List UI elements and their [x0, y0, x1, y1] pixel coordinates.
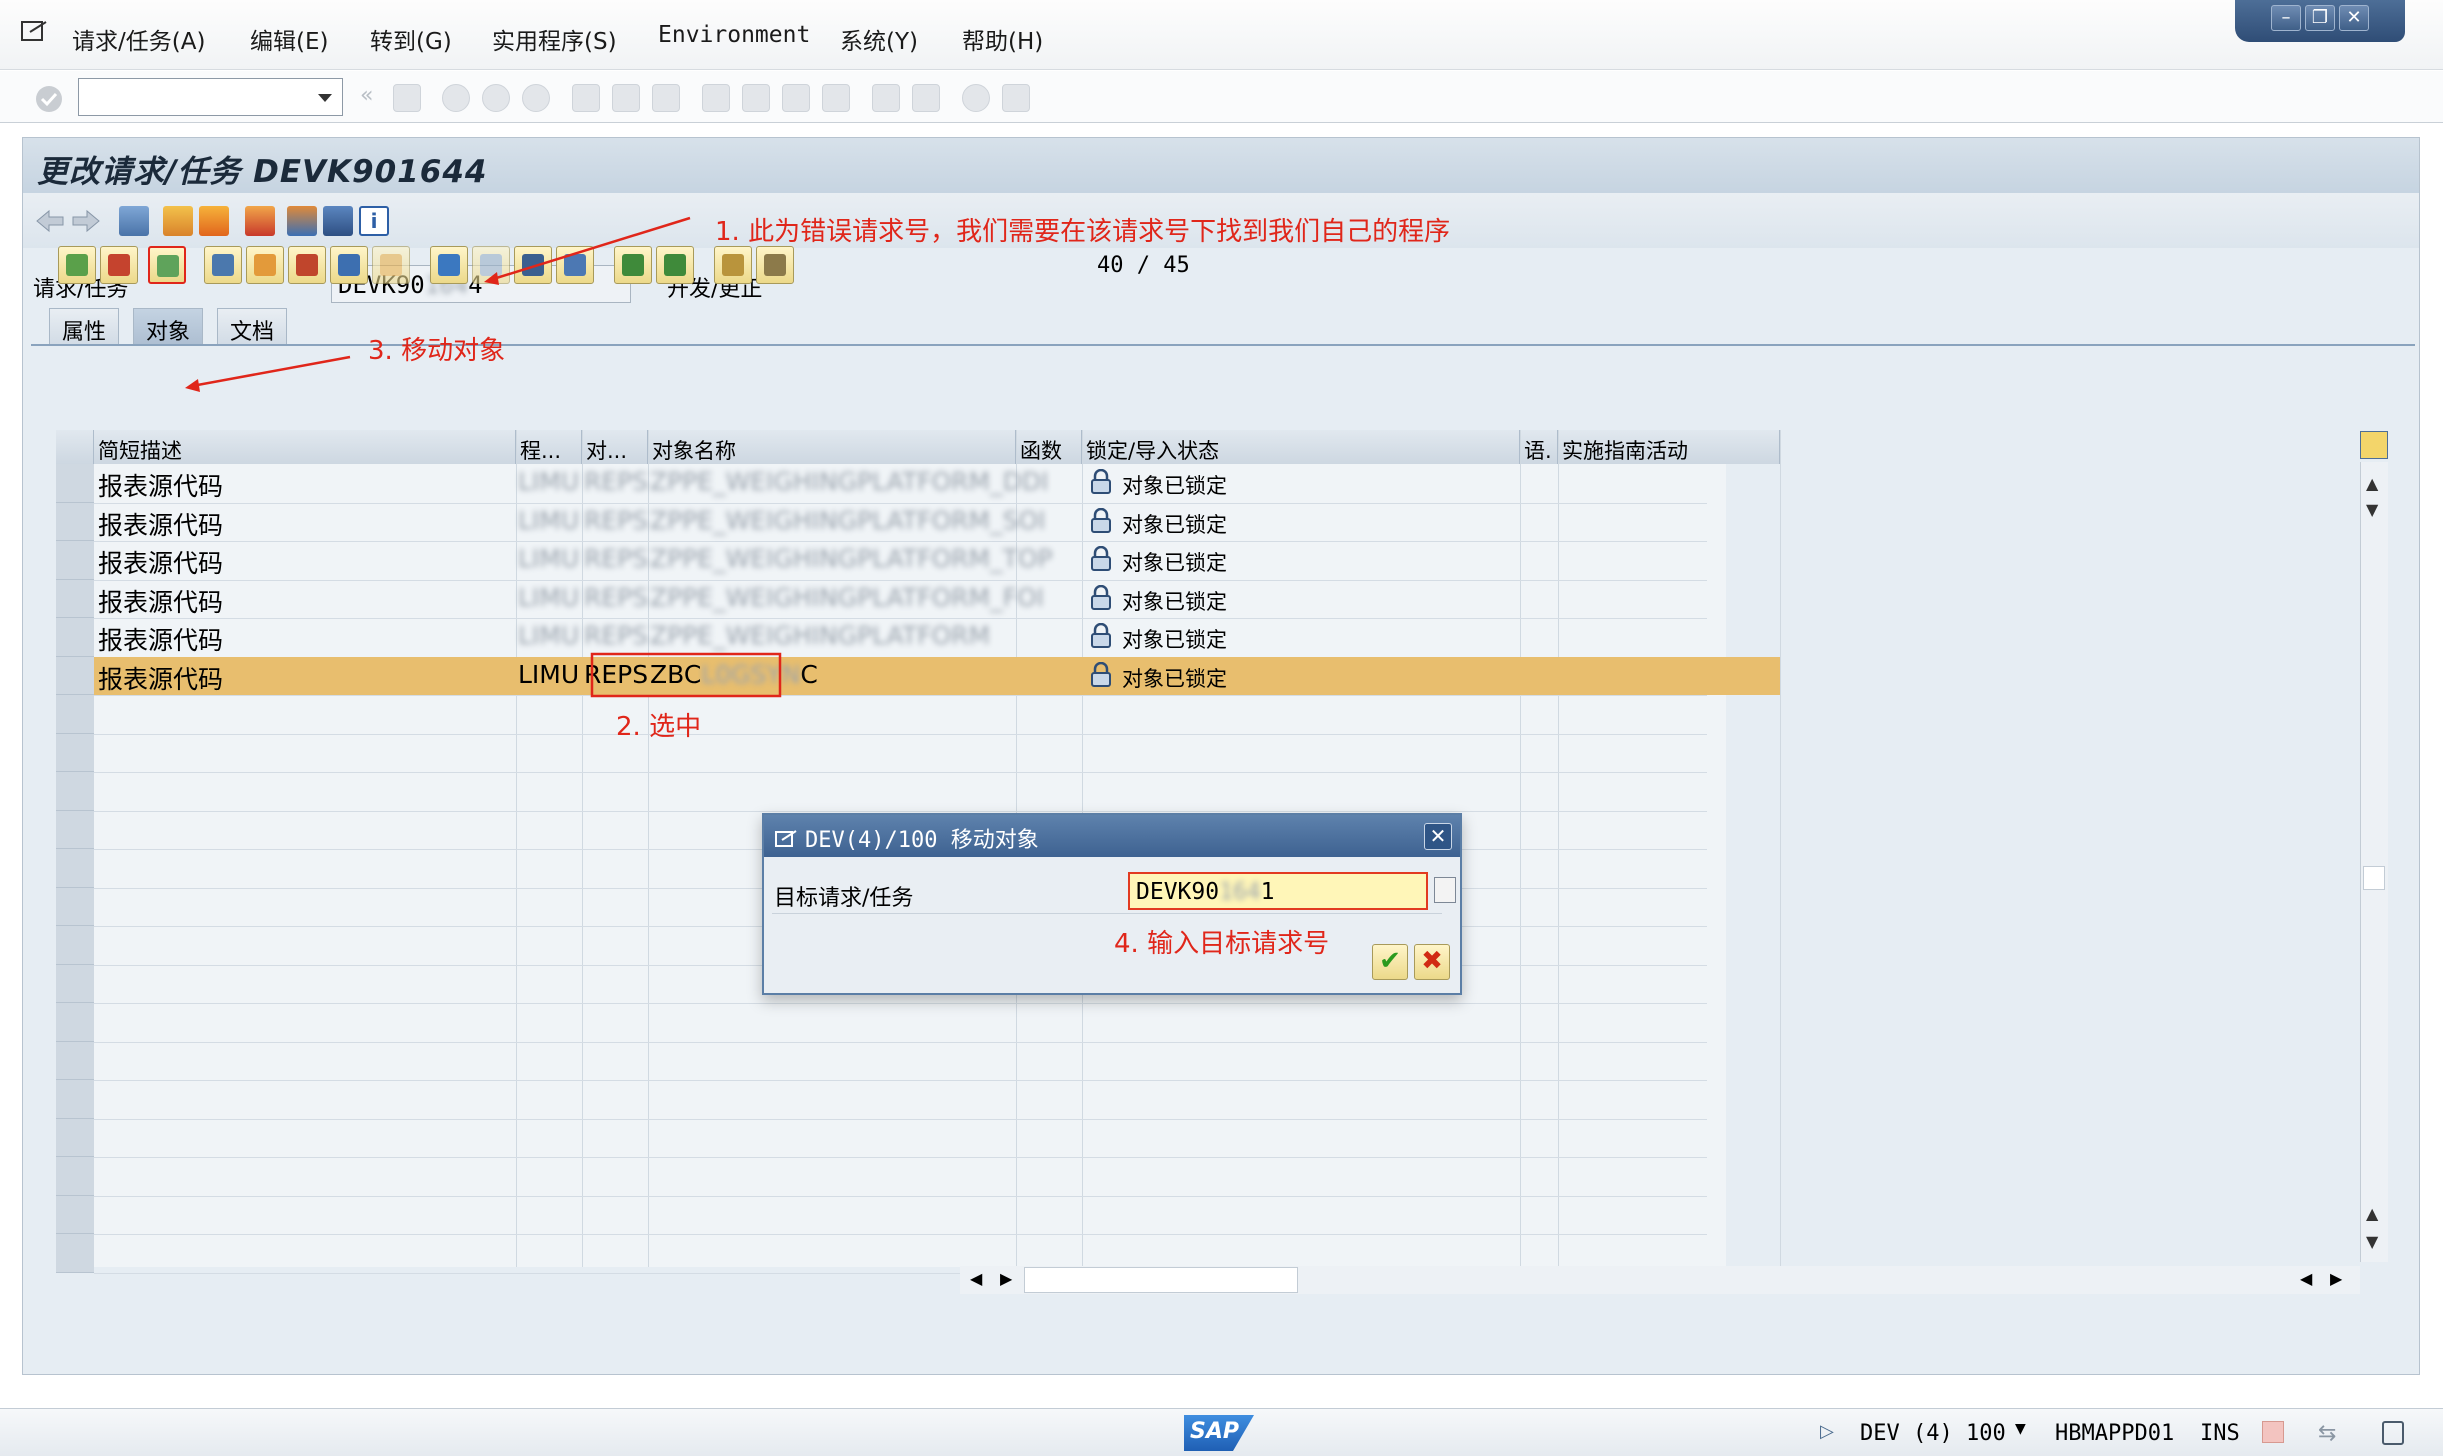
- value-help-icon[interactable]: [1434, 877, 1456, 903]
- logon-icon: [2262, 1421, 2284, 1443]
- dialog-cancel-button[interactable]: ✖: [1414, 944, 1450, 980]
- connection-icon: ⇆: [2318, 1421, 2337, 1446]
- sap-logo: SAP: [1184, 1415, 1254, 1451]
- selection-highlight-box: [590, 652, 782, 698]
- dialog-icon: [775, 830, 797, 847]
- dialog-close-button[interactable]: ✕: [1424, 823, 1452, 850]
- dialog-ok-button[interactable]: ✔: [1372, 944, 1408, 980]
- target-request-input[interactable]: DEVK901641: [1128, 872, 1428, 910]
- annotation-2: 2. 选中: [616, 712, 702, 742]
- annotation-3: 3. 移动对象: [368, 336, 506, 366]
- annotation-1: 1. 此为错误请求号，我们需要在该请求号下找到我们自己的程序: [715, 217, 1451, 247]
- move-object-dialog: DEV(4)/100 移动对象 ✕ 目标请求/任务 DEVK901641 4. …: [762, 813, 1462, 995]
- insert-mode[interactable]: INS: [2200, 1421, 2240, 1446]
- play-icon[interactable]: ▷: [1820, 1421, 1834, 1442]
- server-name: HBMAPPD01: [2055, 1421, 2175, 1446]
- divider: [772, 913, 1442, 914]
- arrow-line: [489, 216, 691, 282]
- arrow-head: [484, 272, 499, 285]
- arrow-line: [191, 355, 351, 388]
- dialog-title: DEV(4)/100 移动对象: [805, 828, 1039, 853]
- redacted-text: 164: [1219, 879, 1261, 905]
- system-info[interactable]: DEV (4) 100: [1860, 1421, 2006, 1446]
- status-bar: SAP ▷ DEV (4) 100 ▼ HBMAPPD01 INS ⇆: [0, 1408, 2443, 1456]
- dialog-title-bar: DEV(4)/100 移动对象: [764, 815, 1460, 857]
- lock-status-icon: [2382, 1421, 2404, 1445]
- system-dropdown-icon[interactable]: ▼: [2015, 1421, 2026, 1437]
- target-request-label: 目标请求/任务: [774, 886, 914, 911]
- annotation-4: 4. 输入目标请求号: [1114, 929, 1330, 959]
- arrow-head: [185, 379, 200, 392]
